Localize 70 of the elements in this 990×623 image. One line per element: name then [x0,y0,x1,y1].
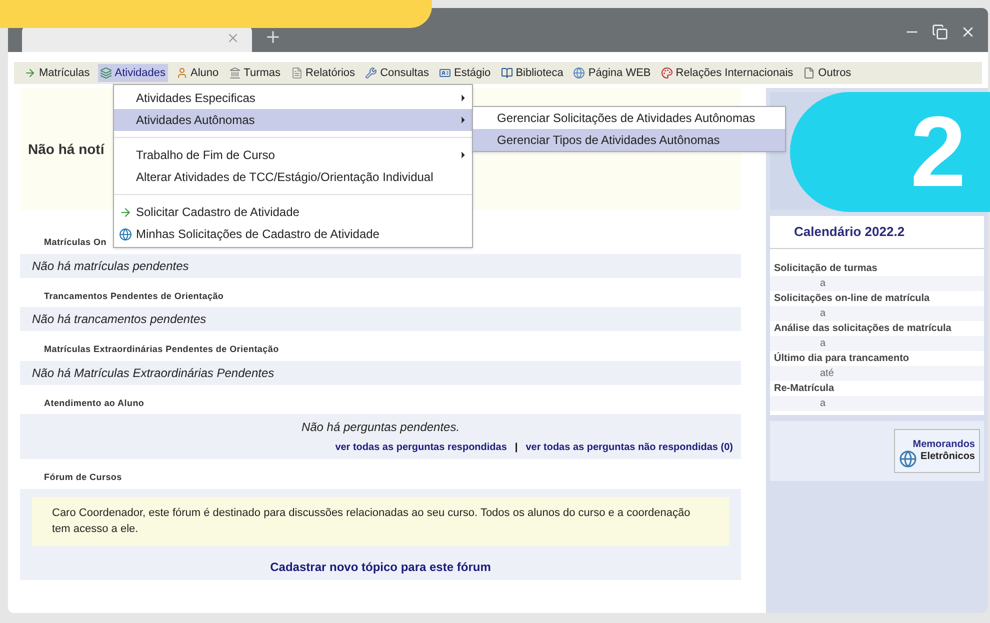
calendar-value: até [770,366,984,380]
message-row: Não há matrículas pendentes [20,254,741,278]
dropdown-item[interactable]: Atividades Especificas [114,87,472,109]
globe-icon [573,67,586,79]
menu-item[interactable]: Turmas [226,64,283,82]
wrench-icon [365,67,378,79]
menu-item[interactable]: Página WEB [571,64,653,82]
file-icon [803,67,816,79]
menu-item[interactable]: Consultas [363,64,431,82]
calendar-label: Solicitações on-line de matrícula [773,292,931,306]
section-title: Atendimento ao Aluno [43,396,146,410]
notice-text: Não há notí [28,140,104,158]
dropdown-label: Atividades Especificas [136,90,256,107]
section-title: Matrículas Extraordinárias Pendentes de Orientação [43,343,280,356]
menu-item[interactable]: Relatórios [288,64,358,82]
book-icon [500,67,513,79]
close-icon[interactable] [226,31,240,45]
submenu-item[interactable]: Gerenciar Tipos de Atividades Autônomas [473,129,785,151]
calendar-label: Re-Matrícula [773,382,836,396]
calendar-label: Solicitação de turmas [773,262,878,276]
dropdown-label: Minhas Solicitações de Cadastro de Atividade [136,226,380,243]
memorandos-button[interactable]: Memorandos Eletrônicos [894,428,980,472]
message-row: Não há trancamentos pendentes [20,307,741,331]
step-number: 2 [910,102,966,202]
dropdown-label: Solicitar Cadastro de Atividade [136,204,300,221]
menu-item[interactable]: Atividades [98,64,168,82]
globe-icon [899,450,917,468]
palette-icon [660,67,673,79]
unanswered-link[interactable]: ver todas as perguntas não respondidas (0) [526,440,733,455]
dropdown-label: Trabalho de Fim de Curso [136,147,275,164]
id-card-icon [438,67,451,79]
menu-item[interactable]: Relações Internacionais [658,64,796,82]
submenu-item[interactable]: Gerenciar Solicitações de Atividades Autônomas [473,107,785,129]
forum-notice: Caro Coordenador, este fórum é destinado para discussões relacionadas ao seu curso. Todos os alunos do curso e a coordenação tem acesso a ele. [32,496,729,546]
message-row: Não há Matrículas Extraordinárias Pendentes [20,360,741,384]
calendar-value: a [770,396,984,410]
new-topic-link[interactable]: Cadastrar novo tópico para este fórum [270,558,491,576]
dropdown-item[interactable]: Trabalho de Fim de Curso [114,144,472,166]
calendar-label: Último dia para trancamento [773,351,910,366]
dropdown-label: Alterar Atividades de TCC/Estágio/Orientação Individual [136,169,434,186]
dropdown-item[interactable]: Atividades Autônomas [114,109,472,131]
person-icon [176,67,188,79]
layers-icon [100,67,112,79]
globe-icon [118,228,132,240]
calendar-value: a [770,306,984,320]
calendar-label: Análise das solicitações de matrícula [773,322,952,336]
restore-icon[interactable] [932,24,948,40]
dropdown-label: Atividades Autônomas [136,112,255,129]
arrow-icon [118,206,132,218]
empty-message: Não há perguntas pendentes. [301,419,460,436]
building-icon [228,67,241,79]
section-title: Trancamentos Pendentes de Orientação [43,290,225,303]
menu-item[interactable]: Biblioteca [498,64,566,82]
calendar-value: a [770,276,984,290]
dropdown-item[interactable]: Solicitar Cadastro de Atividade [114,201,472,223]
link-separator: | [514,441,518,455]
calendar-title: Calendário 2022.2 [770,216,984,248]
document-icon [290,67,303,79]
section-title: Fórum de Cursos [43,471,123,484]
dropdown-item[interactable]: Alterar Atividades de TCC/Estágio/Orientação Individual [114,166,472,188]
menu-item[interactable]: Matrículas [22,64,92,82]
menu-item[interactable]: Estágio [436,64,493,82]
arrow-icon [24,67,36,79]
answered-link[interactable]: ver todas as perguntas respondidas [335,440,507,455]
new-tab-icon[interactable] [264,28,282,46]
calendar-value: a [770,336,984,350]
menu-item[interactable]: Aluno [174,64,221,82]
dropdown-item[interactable]: Minhas Solicitações de Cadastro de Atividade [114,223,472,245]
menu-item[interactable]: Outros [801,64,854,82]
section-title: Matrículas On [43,236,108,249]
